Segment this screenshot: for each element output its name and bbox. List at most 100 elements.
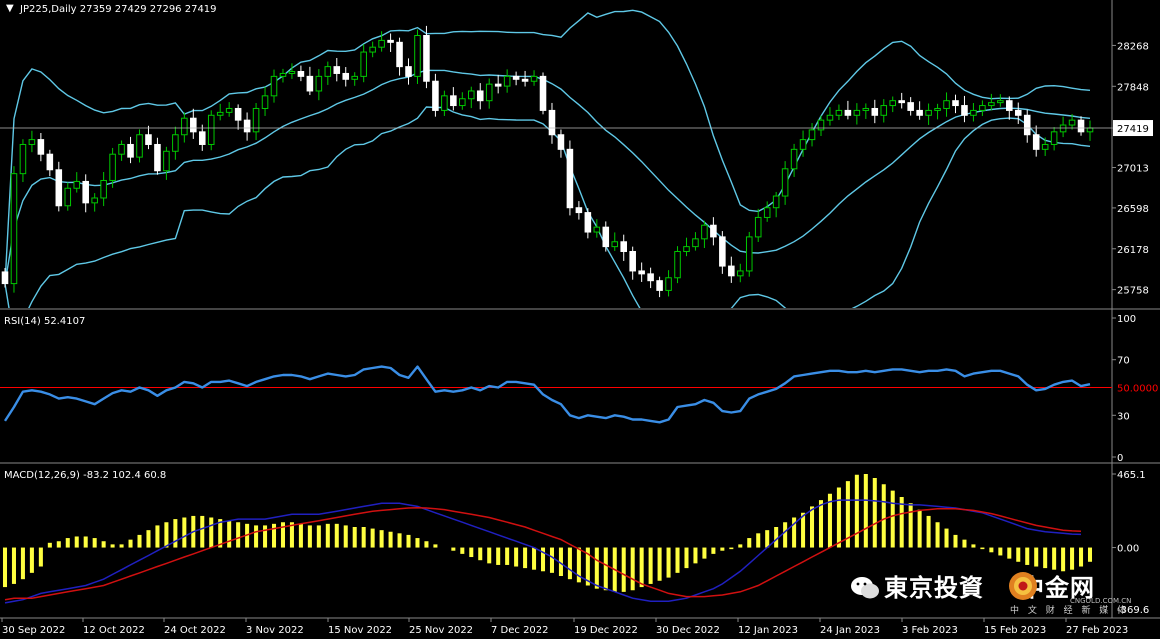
candle-body xyxy=(190,117,197,133)
time-tick-label: 15 Feb 2023 xyxy=(984,625,1046,636)
candle[interactable] xyxy=(136,129,143,163)
candle-body xyxy=(961,105,968,116)
candle-body xyxy=(261,95,269,109)
candle-body xyxy=(1050,131,1058,145)
time-tick-label: 30 Sep 2022 xyxy=(2,625,65,636)
candle-body xyxy=(55,169,63,207)
candle-body xyxy=(288,71,296,74)
candle-body xyxy=(378,39,385,48)
candle-body xyxy=(763,207,771,218)
candle-body xyxy=(82,180,89,204)
candle-body xyxy=(952,100,959,107)
candle-body xyxy=(19,143,27,175)
candle-body xyxy=(279,72,287,77)
candle-body xyxy=(109,153,116,181)
candle-body xyxy=(781,168,789,197)
time-tick-label: 25 Nov 2022 xyxy=(409,625,473,636)
candle-body xyxy=(665,277,672,291)
candle[interactable] xyxy=(745,231,753,277)
price-tick-label: 25758 xyxy=(1117,286,1149,297)
candle[interactable] xyxy=(539,72,547,115)
candle-body xyxy=(441,95,448,111)
candle-body xyxy=(557,134,565,150)
candle-body xyxy=(808,129,816,141)
candle-body xyxy=(145,134,152,145)
candle-body xyxy=(297,71,305,77)
candle-body xyxy=(844,109,852,116)
candle-body xyxy=(871,107,879,116)
candle-body xyxy=(907,102,914,111)
candle-body xyxy=(494,83,502,87)
trading-chart[interactable]: 28268 27848 27419 27013 26598 26178 25758 100 7… xyxy=(0,0,1160,639)
candle-body xyxy=(476,90,484,102)
candle[interactable] xyxy=(414,29,421,84)
rsi-tick-label: 0 xyxy=(1117,453,1123,464)
candle-body xyxy=(1077,119,1085,133)
candle-body xyxy=(1068,119,1076,126)
price-tick-label: 27848 xyxy=(1117,82,1149,93)
candle-body xyxy=(369,46,376,53)
candle-body xyxy=(862,107,870,111)
candle-body xyxy=(198,131,206,145)
candle-body xyxy=(674,250,681,279)
time-tick-label: 24 Oct 2022 xyxy=(164,625,226,636)
candle-body xyxy=(835,109,843,116)
candle-body xyxy=(1086,127,1094,133)
candle-body xyxy=(593,226,601,233)
candle-body xyxy=(880,105,888,116)
candle-body xyxy=(656,280,663,291)
candle-body xyxy=(611,241,619,248)
rsi-tick-label: 100 xyxy=(1117,314,1136,325)
candle-body xyxy=(1023,114,1031,136)
candle-body xyxy=(1006,100,1013,111)
time-tick-label: 3 Nov 2022 xyxy=(246,625,304,636)
candle-body xyxy=(100,179,107,199)
candle[interactable] xyxy=(10,166,18,293)
price-tick-label: 26598 xyxy=(1117,204,1149,215)
candle-body xyxy=(234,107,242,121)
candle-body xyxy=(225,107,233,113)
candle-body xyxy=(772,195,780,209)
macd-title: MACD(12,26,9) -83.2 102.4 60.8 xyxy=(4,470,166,481)
candle[interactable] xyxy=(207,110,215,151)
candle-body xyxy=(997,100,1004,104)
candle-body xyxy=(710,224,717,238)
rsi-title: RSI(14) 52.4107 xyxy=(4,316,85,327)
candle-body xyxy=(916,109,923,116)
candle-body xyxy=(91,197,98,204)
price-tick-label: 26178 xyxy=(1117,245,1149,256)
candle-body xyxy=(64,187,72,207)
current-price-label: 27419 xyxy=(1117,124,1149,135)
candle-body xyxy=(521,78,529,82)
candle-body xyxy=(737,270,744,277)
macd-tick-label: 0.00 xyxy=(1117,544,1139,555)
candle-body xyxy=(485,83,493,102)
candle-body xyxy=(73,180,81,189)
candle-body xyxy=(620,241,627,252)
candle-body xyxy=(503,75,511,87)
candle-body xyxy=(988,102,995,107)
symbol-menu-icon[interactable]: ▼ xyxy=(6,3,14,14)
candle[interactable] xyxy=(566,140,574,216)
candle-body xyxy=(539,75,547,111)
candle-body xyxy=(306,75,314,92)
candle-body xyxy=(799,139,807,150)
candle-body xyxy=(943,100,950,109)
candle-body xyxy=(629,250,636,272)
candle-body xyxy=(853,109,861,116)
candle-body xyxy=(333,66,341,74)
candle[interactable] xyxy=(674,246,681,284)
candle-body xyxy=(548,109,556,136)
rsi-tick-label: 30 xyxy=(1117,411,1130,422)
candle-body xyxy=(342,72,350,80)
candle-body xyxy=(692,238,699,248)
candle-body xyxy=(925,109,932,116)
candle-body xyxy=(701,224,708,240)
candle-body xyxy=(459,98,466,107)
time-tick-label: 3 Feb 2023 xyxy=(902,625,958,636)
candle-body xyxy=(10,173,18,285)
candle-body xyxy=(889,100,897,107)
candle-body xyxy=(387,39,394,43)
candle[interactable] xyxy=(423,25,430,89)
candle-body xyxy=(1,271,9,285)
